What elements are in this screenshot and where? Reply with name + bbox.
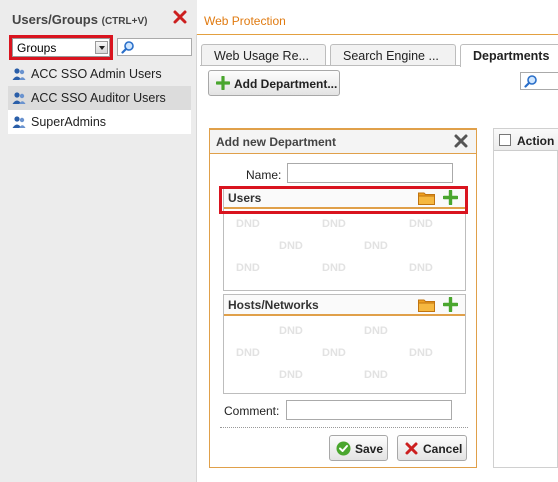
group-type-select[interactable]: Groups xyxy=(12,38,110,57)
dropdown-arrow-icon[interactable] xyxy=(95,41,108,54)
add-department-label: Add Department... xyxy=(234,77,338,91)
group-list-item[interactable]: ACC SSO Auditor Users xyxy=(8,86,191,110)
dnd-watermark: DND xyxy=(322,347,346,359)
name-input[interactable] xyxy=(287,163,453,183)
search-icon[interactable] xyxy=(121,41,134,54)
dialog-header: Add new Department xyxy=(210,130,476,154)
left-search-input[interactable] xyxy=(117,38,192,56)
users-section-highlight xyxy=(219,186,468,214)
close-icon xyxy=(404,441,419,456)
select-all-checkbox[interactable] xyxy=(499,134,511,146)
page-title: Web Protection xyxy=(204,14,286,28)
left-panel-header: Users/Groups (CTRL+V) xyxy=(0,0,197,34)
close-icon[interactable] xyxy=(453,133,469,149)
tab-label: Search Engine ... xyxy=(343,49,439,63)
dnd-watermark: DND xyxy=(279,369,303,381)
main-header: Web Protection xyxy=(197,7,558,35)
left-panel-shortcut: (CTRL+V) xyxy=(101,16,148,27)
action-column-header[interactable]: Action xyxy=(517,134,554,148)
left-panel-title: Users/Groups (CTRL+V) xyxy=(12,12,147,27)
add-department-button[interactable]: Add Department... xyxy=(208,70,340,96)
hosts-section-title: Hosts/Networks xyxy=(228,298,319,312)
dialog-title: Add new Department xyxy=(216,135,337,149)
departments-grid: Action xyxy=(493,128,558,468)
tab-web-usage-reports[interactable]: Web Usage Re... xyxy=(201,44,326,66)
cancel-button-label: Cancel xyxy=(423,442,463,456)
left-panel-title-text: Users/Groups xyxy=(12,12,98,27)
hosts-networks-section: Hosts/Networks DND DND DND DND DND DND D… xyxy=(223,294,466,394)
tab-label: Web Usage Re... xyxy=(214,49,309,63)
dnd-watermark: DND xyxy=(236,218,260,230)
group-list-item[interactable]: ACC SSO Admin Users xyxy=(8,62,191,86)
user-group-icon xyxy=(12,115,26,129)
dnd-watermark: DND xyxy=(409,347,433,359)
add-department-dialog: Add new Department Name: Users DND DND D… xyxy=(209,128,477,468)
plus-icon[interactable] xyxy=(442,296,459,313)
dnd-watermark: DND xyxy=(322,262,346,274)
search-icon[interactable] xyxy=(524,75,537,88)
dnd-watermark: DND xyxy=(322,218,346,230)
cancel-button[interactable]: Cancel xyxy=(397,435,467,461)
user-group-icon xyxy=(12,67,26,81)
group-type-select-value: Groups xyxy=(17,41,57,55)
comment-label: Comment: xyxy=(224,404,280,418)
check-icon xyxy=(336,441,351,456)
dnd-watermark: DND xyxy=(364,240,388,252)
department-search-input[interactable] xyxy=(520,72,558,90)
tab-label: Departments xyxy=(473,49,550,63)
close-icon[interactable] xyxy=(172,9,188,25)
name-label: Name: xyxy=(246,168,282,182)
users-groups-panel: Users/Groups (CTRL+V) Groups ACC SSO Adm… xyxy=(0,0,197,482)
dialog-separator xyxy=(220,427,468,428)
user-group-icon xyxy=(12,91,26,105)
grid-header: Action xyxy=(494,129,558,151)
dnd-watermark: DND xyxy=(236,262,260,274)
group-list-item-label: SuperAdmins xyxy=(31,115,107,129)
save-button-label: Save xyxy=(355,442,384,456)
dnd-watermark: DND xyxy=(364,369,388,381)
tab-search-engine[interactable]: Search Engine ... xyxy=(330,44,456,66)
group-list-item[interactable]: SuperAdmins xyxy=(8,110,191,134)
dnd-watermark: DND xyxy=(236,347,260,359)
dnd-watermark: DND xyxy=(279,240,303,252)
dnd-watermark: DND xyxy=(409,218,433,230)
hosts-section-header: Hosts/Networks xyxy=(224,295,465,316)
group-list-item-label: ACC SSO Admin Users xyxy=(31,67,162,81)
tab-departments[interactable]: Departments xyxy=(460,44,558,67)
group-list-item-label: ACC SSO Auditor Users xyxy=(31,91,166,105)
comment-input[interactable] xyxy=(286,400,452,420)
folder-icon[interactable] xyxy=(418,298,435,312)
save-button[interactable]: Save xyxy=(329,435,388,461)
dnd-watermark: DND xyxy=(364,325,388,337)
plus-icon xyxy=(215,75,231,91)
dnd-watermark: DND xyxy=(409,262,433,274)
dnd-watermark: DND xyxy=(279,325,303,337)
